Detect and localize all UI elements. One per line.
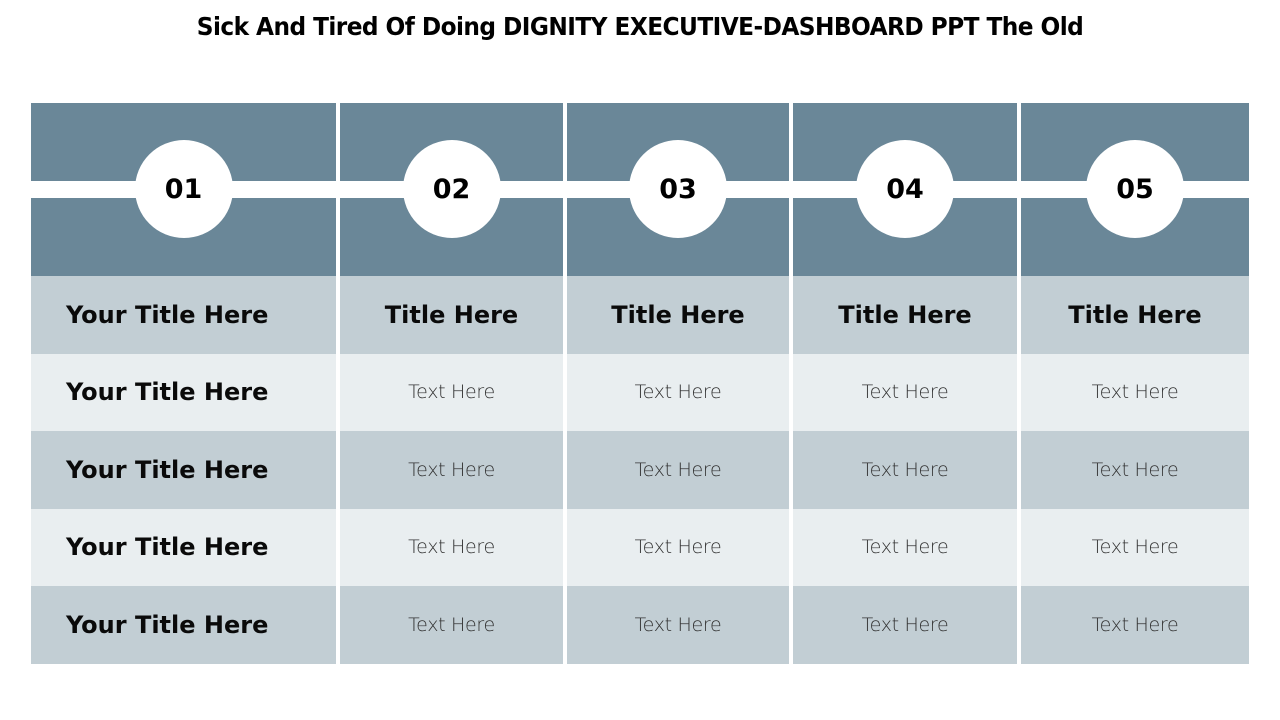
column-1: 01 Your Title Here Your Title Here Your Tit… (31, 103, 336, 664)
column-header: 04 (793, 103, 1017, 276)
step-number-circle: 02 (402, 140, 501, 238)
column-2: 02 Title Here Text Here Text Here Text Here T… (340, 103, 563, 664)
table-cell: Your Title Here (31, 431, 336, 509)
table-cell: Your Title Here (31, 508, 336, 586)
cell-text: Text Here (408, 381, 495, 404)
cell-text: Text Here (634, 613, 722, 636)
step-number-circle: 04 (856, 140, 954, 238)
table-cell: Text Here (340, 586, 563, 664)
table-cell: Your Title Here (31, 276, 336, 354)
column-header: 02 (340, 103, 563, 276)
column-header: 01 (31, 103, 336, 276)
column-title: Title Here (1068, 300, 1202, 329)
cell-text: Text Here (634, 381, 722, 404)
cell-text: Text Here (634, 458, 722, 481)
row-title: Your Title Here (66, 610, 269, 639)
table-cell: Text Here (1021, 508, 1249, 586)
table-cell: Text Here (340, 508, 563, 586)
table-cell: Text Here (567, 586, 789, 664)
cell-text: Text Here (861, 458, 949, 481)
table-cell: Text Here (567, 353, 789, 431)
table-cell: Title Here (340, 276, 563, 354)
cell-text: Text Here (861, 381, 949, 404)
slide-title: Sick And Tired Of Doing DIGNITY EXECUTIV… (196, 12, 1084, 41)
cell-text: Text Here (634, 536, 722, 559)
row-title: Your Title Here (66, 533, 269, 562)
cell-text: Text Here (408, 458, 495, 481)
table-cell: Text Here (793, 508, 1017, 586)
column-title: Title Here (838, 300, 972, 329)
cell-text: Text Here (408, 613, 495, 636)
table-cell: Your Title Here (31, 586, 336, 664)
row-title: Your Title Here (66, 455, 269, 484)
step-number-circle: 01 (134, 140, 233, 238)
table-cell: Title Here (793, 276, 1017, 354)
column-header: 03 (567, 103, 789, 276)
cell-text: Text Here (1091, 536, 1179, 559)
cell-text: Text Here (1091, 381, 1179, 404)
column-title: Title Here (384, 300, 519, 329)
table-cell: Text Here (340, 353, 563, 431)
table-cell: Title Here (567, 276, 789, 354)
step-number-circle: 03 (629, 140, 727, 238)
table-cell: Text Here (793, 431, 1017, 509)
table-cell: Text Here (1021, 431, 1249, 509)
cell-text: Text Here (861, 613, 949, 636)
table-cell: Text Here (793, 353, 1017, 431)
table-cell: Your Title Here (31, 353, 336, 431)
table-cell: Text Here (567, 431, 789, 509)
table-cell: Text Here (567, 508, 789, 586)
table-cell: Text Here (793, 586, 1017, 664)
column-5: 05 Title Here Text Here Text Here Text Here T… (1021, 103, 1249, 664)
table-cell: Title Here (1021, 276, 1249, 354)
column-title: Your Title Here (66, 300, 269, 329)
cell-text: Text Here (1091, 613, 1179, 636)
column-header: 05 (1021, 103, 1249, 276)
row-title: Your Title Here (66, 378, 269, 407)
column-3: 03 Title Here Text Here Text Here Text Here T… (567, 103, 789, 664)
step-number-circle: 05 (1086, 140, 1184, 238)
column-title: Title Here (611, 300, 745, 329)
table-cell: Text Here (1021, 353, 1249, 431)
cell-text: Text Here (408, 536, 495, 559)
cell-text: Text Here (861, 536, 949, 559)
column-4: 04 Title Here Text Here Text Here Text Here T… (793, 103, 1017, 664)
table-cell: Text Here (1021, 586, 1249, 664)
table-cell: Text Here (340, 431, 563, 509)
cell-text: Text Here (1091, 458, 1179, 481)
